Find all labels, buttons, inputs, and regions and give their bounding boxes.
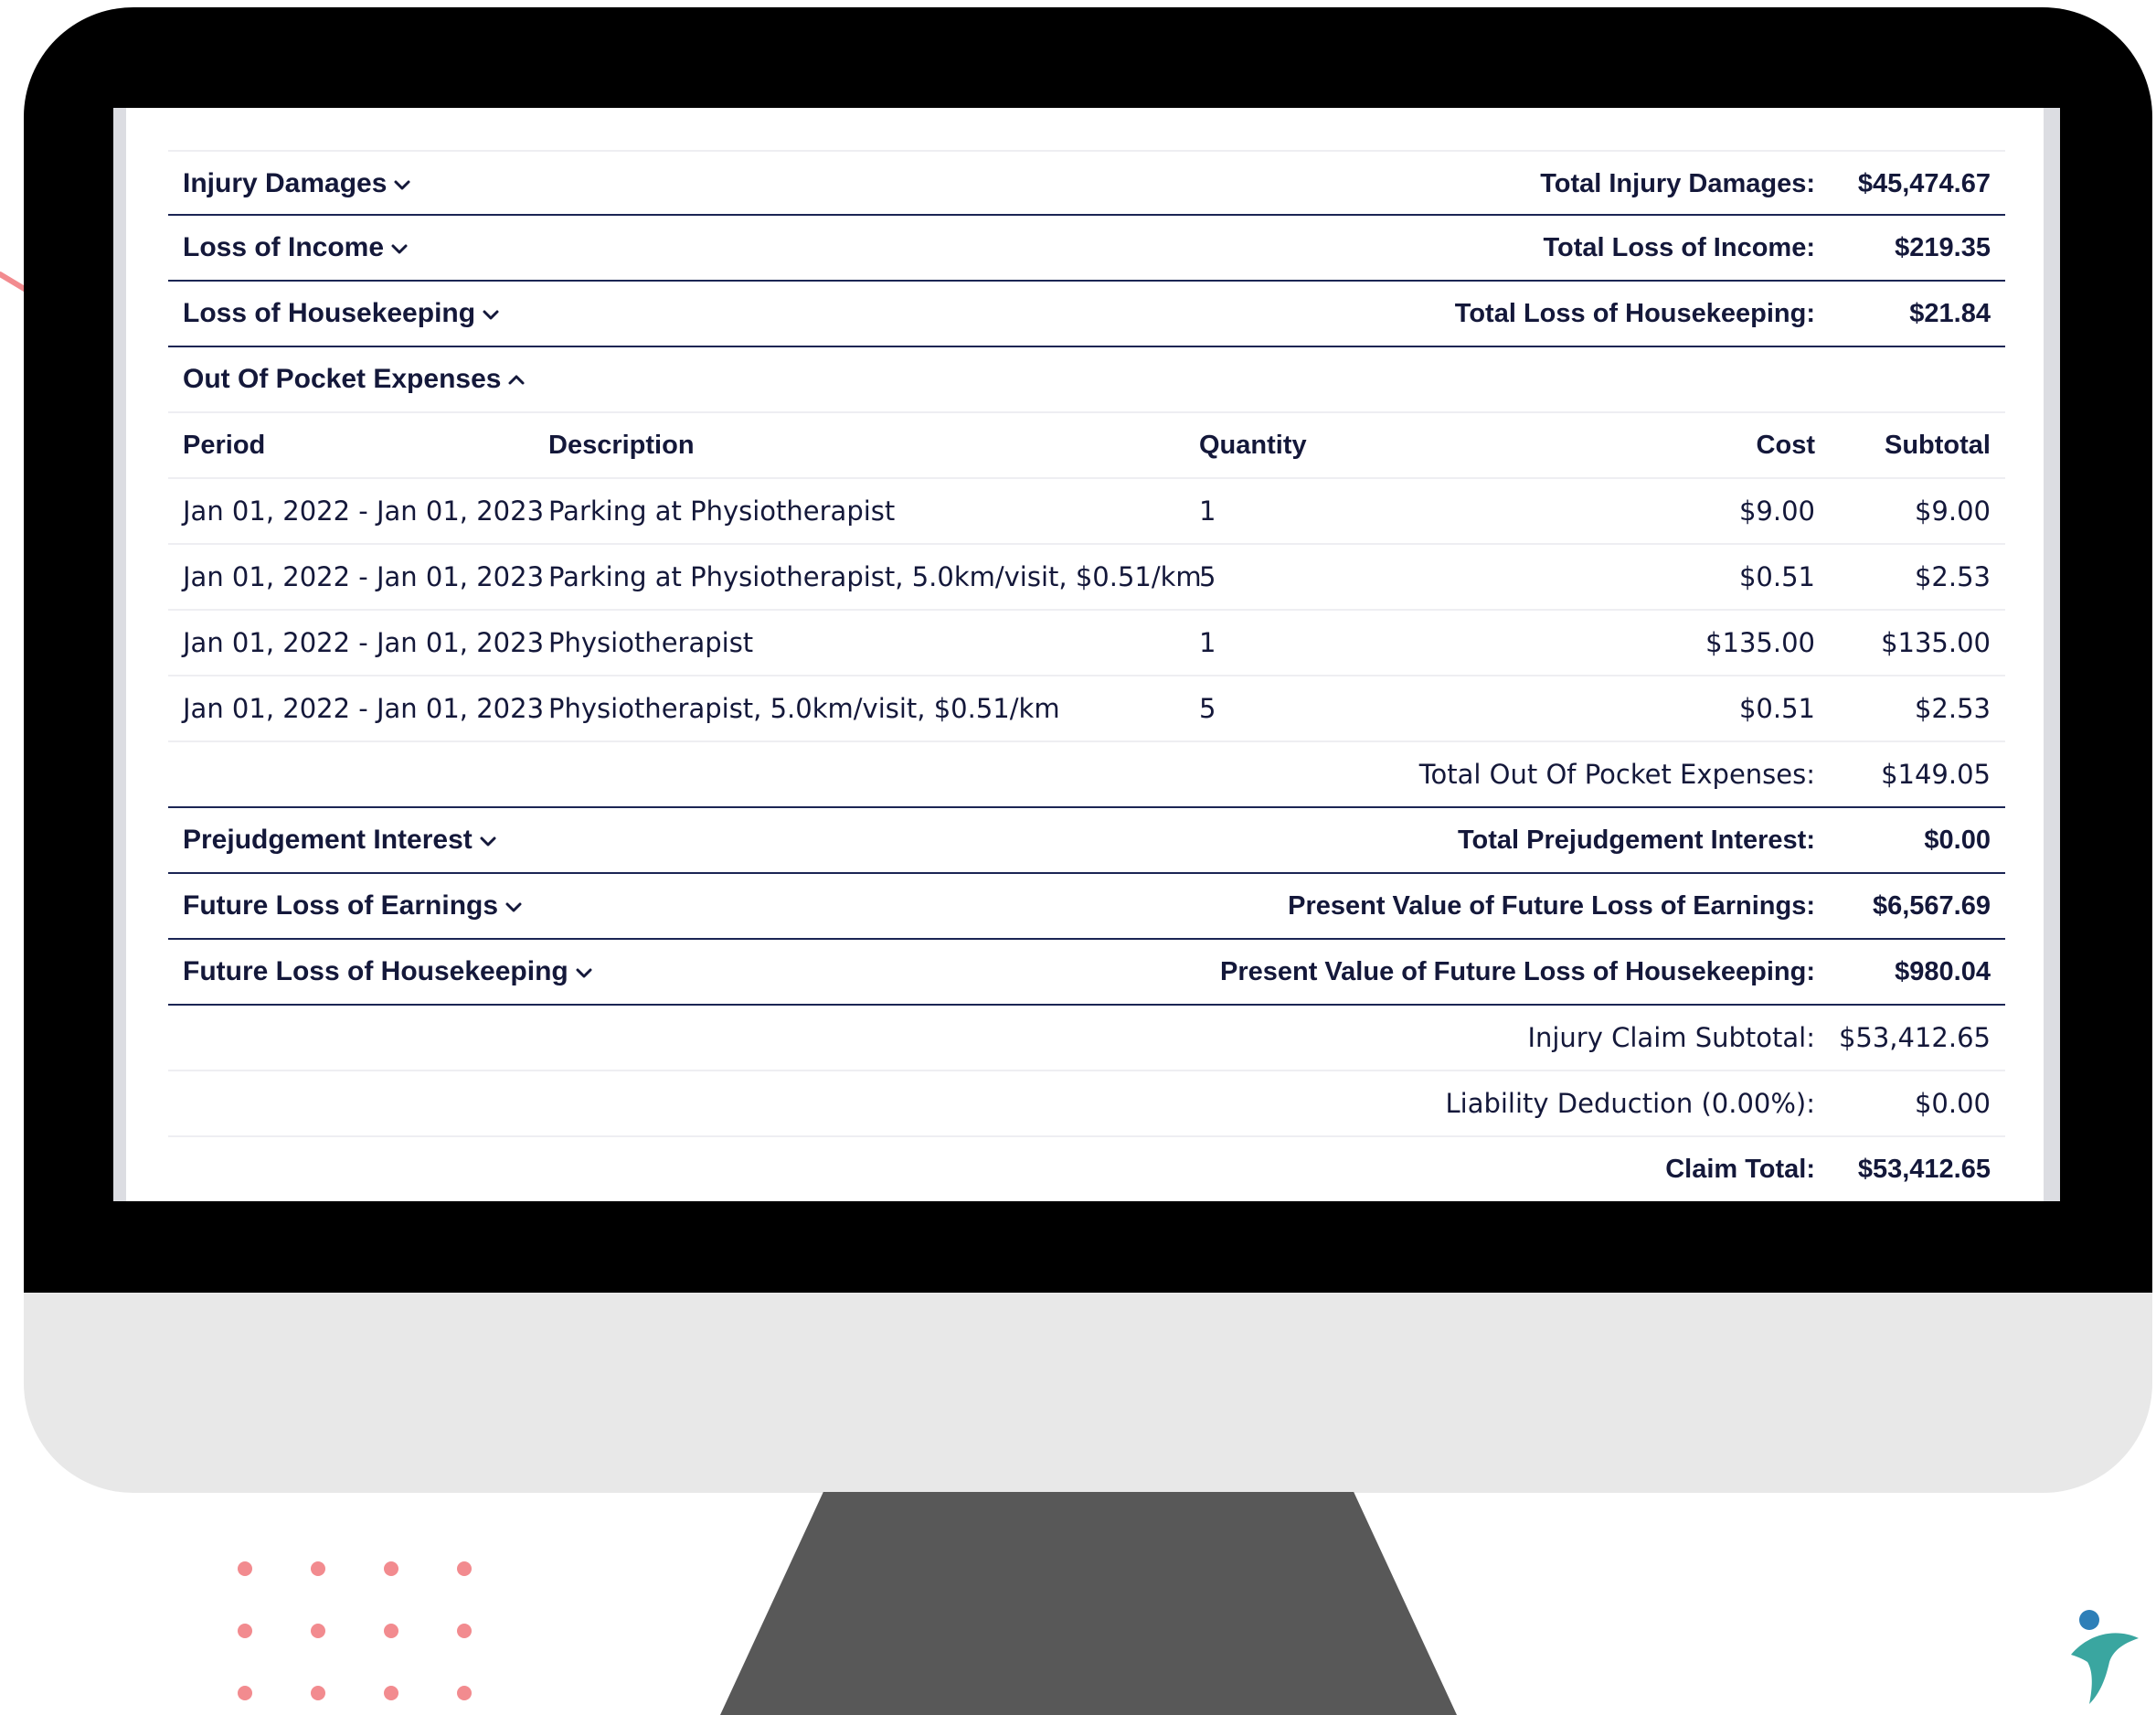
table-row: Jan 01, 2022 - Jan 01, 2023 Parking at P… [168, 545, 2005, 611]
liability-deduction-value: $0.00 [1914, 1088, 1991, 1119]
table-row: Jan 01, 2022 - Jan 01, 2023 Parking at P… [168, 479, 2005, 545]
out-of-pocket-total-value: $149.05 [1881, 759, 1991, 790]
cell-description: Parking at Physiotherapist [548, 495, 896, 527]
section-total-value: $980.04 [1895, 957, 1991, 986]
section-injury-damages: Injury Damages Total Injury Damages: $45… [168, 150, 2005, 216]
cell-quantity: 1 [1199, 627, 1216, 658]
dot-grid-decoration [238, 1561, 472, 1700]
cell-period: Jan 01, 2022 - Jan 01, 2023 [183, 495, 545, 527]
section-total-label: Present Value of Future Loss of Earnings… [1288, 891, 1815, 921]
cell-period: Jan 01, 2022 - Jan 01, 2023 [183, 627, 545, 658]
claim-total-row: Claim Total: $53,412.65 [168, 1137, 2005, 1201]
cell-quantity: 5 [1199, 693, 1216, 724]
section-title: Loss of Income [183, 232, 385, 262]
column-header-cost: Cost [1756, 431, 1815, 460]
section-total-value: $45,474.67 [1857, 169, 1991, 198]
section-future-loss-of-earnings: Future Loss of Earnings Present Value of… [168, 874, 2005, 940]
cell-description: Physiotherapist [548, 627, 754, 658]
cell-description: Physiotherapist, 5.0km/visit, $0.51/km [548, 693, 1060, 724]
section-title: Loss of Housekeeping [183, 298, 476, 328]
table-row: Jan 01, 2022 - Jan 01, 2023 Physiotherap… [168, 676, 2005, 742]
cell-quantity: 5 [1199, 561, 1216, 592]
claim-summary-table: Injury Damages Total Injury Damages: $45… [168, 150, 2005, 1201]
column-header-period: Period [183, 431, 266, 460]
chevron-down-icon [478, 831, 498, 851]
section-toggle-out-of-pocket-expenses[interactable]: Out Of Pocket Expenses [183, 347, 526, 411]
chevron-down-icon [392, 175, 412, 195]
out-of-pocket-total-row: Total Out Of Pocket Expenses: $149.05 [168, 742, 2005, 808]
section-toggle-injury-damages[interactable]: Injury Damages [183, 152, 412, 216]
cell-period: Jan 01, 2022 - Jan 01, 2023 [183, 693, 545, 724]
claim-total-label: Claim Total: [1665, 1155, 1815, 1184]
injury-claim-subtotal-row: Injury Claim Subtotal: $53,412.65 [168, 1006, 2005, 1071]
section-total-label: Total Prejudgement Interest: [1457, 826, 1815, 855]
section-title: Injury Damages [183, 168, 388, 198]
chevron-down-icon [389, 239, 409, 259]
section-title: Prejudgement Interest [183, 825, 473, 855]
section-loss-of-housekeeping: Loss of Housekeeping Total Loss of House… [168, 282, 2005, 347]
cell-subtotal: $9.00 [1914, 495, 1991, 527]
cell-subtotal: $2.53 [1914, 693, 1991, 724]
column-header-description: Description [548, 431, 695, 460]
section-prejudgement-interest: Prejudgement Interest Total Prejudgement… [168, 808, 2005, 874]
cell-cost: $0.51 [1738, 693, 1815, 724]
cell-cost: $0.51 [1738, 561, 1815, 592]
section-total-label: Total Injury Damages: [1540, 169, 1815, 198]
promo-canvas: Injury Damages Total Injury Damages: $45… [0, 0, 2156, 1715]
section-total-value: $6,567.69 [1872, 891, 1991, 921]
table-row: Jan 01, 2022 - Jan 01, 2023 Physiotherap… [168, 611, 2005, 676]
section-title: Future Loss of Housekeeping [183, 956, 568, 986]
section-loss-of-income: Loss of Income Total Loss of Income: $21… [168, 216, 2005, 282]
brand-logo-icon [2071, 1610, 2139, 1704]
claim-summary-panel: Injury Damages Total Injury Damages: $45… [126, 108, 2044, 1201]
section-toggle-future-loss-of-housekeeping[interactable]: Future Loss of Housekeeping [183, 940, 594, 1004]
section-total-label: Total Loss of Income: [1543, 233, 1815, 262]
column-header-subtotal: Subtotal [1885, 431, 1991, 460]
section-future-loss-of-housekeeping: Future Loss of Housekeeping Present Valu… [168, 940, 2005, 1006]
liability-deduction-row: Liability Deduction (0.00%): $0.00 [168, 1071, 2005, 1137]
cell-cost: $9.00 [1738, 495, 1815, 527]
monitor-stand [720, 1492, 1457, 1715]
section-total-value: $0.00 [1924, 826, 1991, 855]
chevron-down-icon [481, 304, 501, 325]
section-out-of-pocket-expenses: Out Of Pocket Expenses [168, 347, 2005, 413]
liability-deduction-label: Liability Deduction (0.00%): [1445, 1088, 1815, 1119]
section-toggle-loss-of-housekeeping[interactable]: Loss of Housekeeping [183, 282, 501, 346]
section-total-value: $219.35 [1895, 233, 1991, 262]
injury-claim-subtotal-label: Injury Claim Subtotal: [1527, 1022, 1815, 1053]
section-toggle-future-loss-of-earnings[interactable]: Future Loss of Earnings [183, 874, 524, 938]
cell-period: Jan 01, 2022 - Jan 01, 2023 [183, 561, 545, 592]
cell-subtotal: $135.00 [1881, 627, 1991, 658]
cell-subtotal: $2.53 [1914, 561, 1991, 592]
section-toggle-prejudgement-interest[interactable]: Prejudgement Interest [183, 808, 498, 872]
chevron-down-icon [574, 963, 594, 983]
section-total-label: Present Value of Future Loss of Housekee… [1219, 957, 1815, 986]
injury-claim-subtotal-value: $53,412.65 [1838, 1022, 1991, 1053]
out-of-pocket-total-label: Total Out Of Pocket Expenses: [1418, 759, 1815, 790]
chevron-up-icon [506, 370, 526, 390]
section-title: Out Of Pocket Expenses [183, 364, 502, 394]
column-header-quantity: Quantity [1199, 431, 1307, 460]
expenses-header-row: Period Description Quantity Cost Subtota… [168, 413, 2005, 479]
cell-description: Parking at Physiotherapist, 5.0km/visit,… [548, 561, 1202, 592]
section-total-label: Total Loss of Housekeeping: [1454, 299, 1815, 328]
section-toggle-loss-of-income[interactable]: Loss of Income [183, 216, 409, 280]
cell-cost: $135.00 [1705, 627, 1815, 658]
claim-total-value: $53,412.65 [1857, 1155, 1991, 1184]
section-title: Future Loss of Earnings [183, 890, 499, 921]
cell-quantity: 1 [1199, 495, 1216, 527]
screen: Injury Damages Total Injury Damages: $45… [113, 108, 2060, 1201]
section-total-value: $21.84 [1909, 299, 1991, 328]
chevron-down-icon [504, 897, 524, 917]
